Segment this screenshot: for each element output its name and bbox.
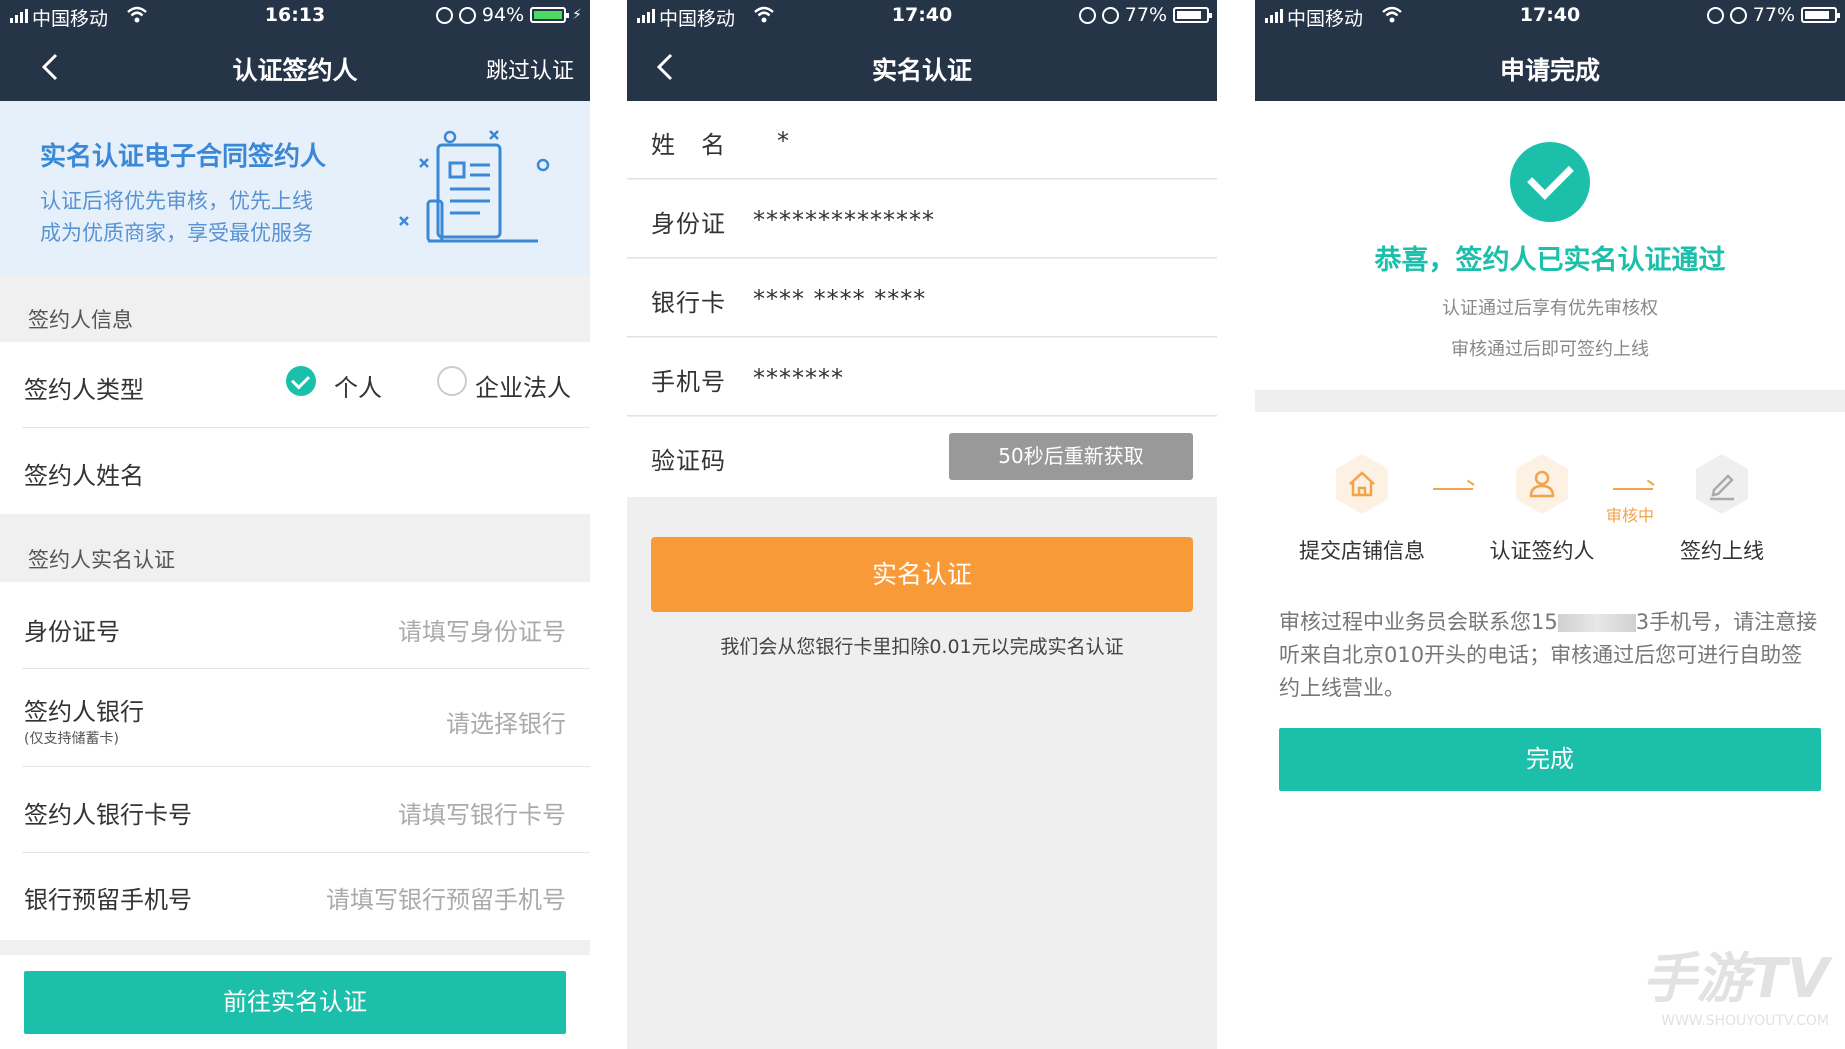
review-text-start: 审核过程中业务员会联系您15: [1279, 610, 1558, 634]
phone-value: *******: [753, 364, 844, 392]
banner-line-1: 认证后将优先审核，优先上线: [40, 189, 313, 213]
status-bar: 中国移动 17:40 77%: [627, 0, 1217, 33]
row-divider: [22, 668, 590, 669]
done-button[interactable]: 完成: [1279, 728, 1821, 791]
status-bar: 中国移动 17:40 77%: [1255, 0, 1845, 33]
id-value: **************: [753, 206, 935, 234]
row-divider: [22, 427, 590, 428]
go-verify-button[interactable]: 前往实名认证: [24, 971, 566, 1034]
name-label: 姓 名: [651, 131, 726, 159]
watermark-logo: 手游TV: [1642, 947, 1829, 1010]
alarm-icon: [1729, 6, 1747, 24]
pen-sign-icon: [1696, 454, 1748, 514]
success-subtitle-1: 认证通过后享有优先审核权: [1442, 298, 1658, 319]
id-row: 身份证 **************: [627, 180, 1217, 258]
section-separator: [1255, 390, 1845, 412]
arrow-right-icon: [1433, 488, 1473, 490]
signer-type-label: 签约人类型: [24, 376, 144, 404]
bank-select[interactable]: 请选择银行: [446, 704, 566, 739]
phone-row: 手机号 *******: [627, 338, 1217, 416]
charging-icon: ⚡: [572, 7, 582, 23]
nav-bar: 认证签约人 跳过认证: [0, 33, 590, 101]
signer-name-field[interactable]: 签约人姓名: [24, 456, 144, 491]
step-verify-signer: 认证签约人: [1489, 539, 1595, 563]
row-divider: [627, 336, 1217, 337]
phone-label: 手机号: [651, 368, 726, 396]
banner-line-2: 成为优质商家，享受最优服务: [40, 221, 313, 245]
rotation-lock-icon: [1706, 6, 1724, 24]
nav-bar: 申请完成: [1255, 33, 1845, 101]
id-number-label: 身份证号: [24, 618, 120, 646]
battery-percent: 77%: [1124, 4, 1167, 26]
page-title: 实名认证: [871, 56, 972, 85]
review-instructions: 审核过程中业务员会联系您15 3手机号，请注意接听来自北京010开头的电话；审核通…: [1279, 606, 1821, 705]
name-value: *: [777, 127, 790, 155]
battery-icon: [530, 7, 570, 23]
alarm-icon: [458, 6, 476, 24]
card-value: **** **** ****: [753, 285, 927, 313]
success-subtitle-2: 审核通过后即可签约上线: [1451, 339, 1649, 360]
page-title: 申请完成: [1499, 56, 1600, 85]
success-check-icon: [1510, 142, 1590, 222]
realname-verify-button[interactable]: 实名认证: [651, 537, 1193, 612]
signer-info-group: 签约人类型 个人 企业法人 签约人姓名: [0, 342, 590, 514]
battery-icon: [1173, 7, 1212, 23]
contract-document-illustration: [399, 130, 550, 243]
alarm-icon: [1101, 6, 1119, 24]
step-sign-online: 签约上线: [1680, 539, 1764, 563]
row-divider: [22, 766, 590, 767]
screen-realname-auth: 中国移动 17:40 77% 实名认证 姓 名 * 身份证 **********…: [627, 0, 1217, 1049]
under-review-label: 审核中: [1606, 506, 1655, 525]
realname-group: 身份证号 请填写身份证号 签约人银行 (仅支持储蓄卡) 请选择银行 签约人银行卡…: [0, 582, 590, 940]
battery-percent: 94%: [481, 4, 525, 26]
bank-card-input[interactable]: 请填写银行卡号: [398, 795, 566, 830]
signer-bank-label: 签约人银行: [24, 698, 144, 726]
person-icon: [1516, 454, 1568, 514]
store-home-icon: [1336, 454, 1388, 514]
name-row: 姓 名 *: [627, 101, 1217, 179]
resend-code-button[interactable]: 50秒后重新获取: [949, 433, 1193, 480]
option-personal-label[interactable]: 个人: [334, 368, 382, 403]
deduction-notice: 我们会从您银行卡里扣除0.01元以完成实名认证: [720, 636, 1124, 658]
id-number-input[interactable]: 请填写身份证号: [398, 612, 566, 647]
success-title: 恭喜，签约人已实名认证通过: [1374, 245, 1726, 276]
rotation-lock-icon: [435, 6, 453, 24]
step-submit-store-info: 提交店铺信息: [1299, 539, 1425, 563]
card-label: 银行卡: [651, 289, 726, 317]
section-title-realname: 签约人实名认证: [28, 548, 175, 572]
banner-heading: 实名认证电子合同签约人: [40, 142, 327, 172]
row-divider: [627, 178, 1217, 179]
reserved-phone-label: 银行预留手机号: [24, 886, 192, 914]
screen-verify-signer: 中国移动 16:13 94% ⚡ 认证签约人 跳过认证 实名认证电子合同签约人 …: [0, 0, 590, 1049]
battery-icon: [1801, 7, 1840, 23]
site-watermark: 手游TV WWW.SHOUYOUTV.COM: [1642, 934, 1829, 1029]
bank-card-label: 签约人银行卡号: [24, 801, 192, 829]
nav-bar: 实名认证: [627, 33, 1217, 101]
watermark-url: WWW.SHOUYOUTV.COM: [1661, 1013, 1829, 1029]
status-bar: 中国移动 16:13 94% ⚡: [0, 0, 590, 33]
rotation-lock-icon: [1078, 6, 1096, 24]
row-divider: [22, 852, 590, 853]
id-label: 身份证: [651, 210, 726, 238]
reserved-phone-input[interactable]: 请填写银行预留手机号: [326, 880, 566, 915]
card-row: 银行卡 **** **** ****: [627, 259, 1217, 337]
code-input[interactable]: [777, 435, 957, 479]
masked-phone-digits: [1557, 614, 1636, 632]
code-row: 验证码 50秒后重新获取: [627, 417, 1217, 497]
screen-application-complete: 中国移动 17:40 77% 申请完成 恭喜，签约人已实名认证通过 认证通过后享…: [1255, 0, 1845, 1049]
code-label: 验证码: [651, 447, 726, 475]
debit-card-only-hint: (仅支持储蓄卡): [24, 731, 119, 747]
battery-percent: 77%: [1752, 4, 1795, 26]
option-company-label[interactable]: 企业法人: [475, 368, 571, 403]
arrow-right-icon: [1613, 488, 1653, 490]
row-divider: [627, 257, 1217, 258]
skip-verification-link[interactable]: 跳过认证: [486, 53, 574, 85]
section-title-signer-info: 签约人信息: [28, 308, 133, 332]
promo-banner: 实名认证电子合同签约人 认证后将优先审核，优先上线 成为优质商家，享受最优服务: [0, 101, 590, 275]
radio-company[interactable]: [437, 366, 467, 396]
radio-personal[interactable]: [286, 366, 316, 396]
row-divider: [627, 415, 1217, 416]
